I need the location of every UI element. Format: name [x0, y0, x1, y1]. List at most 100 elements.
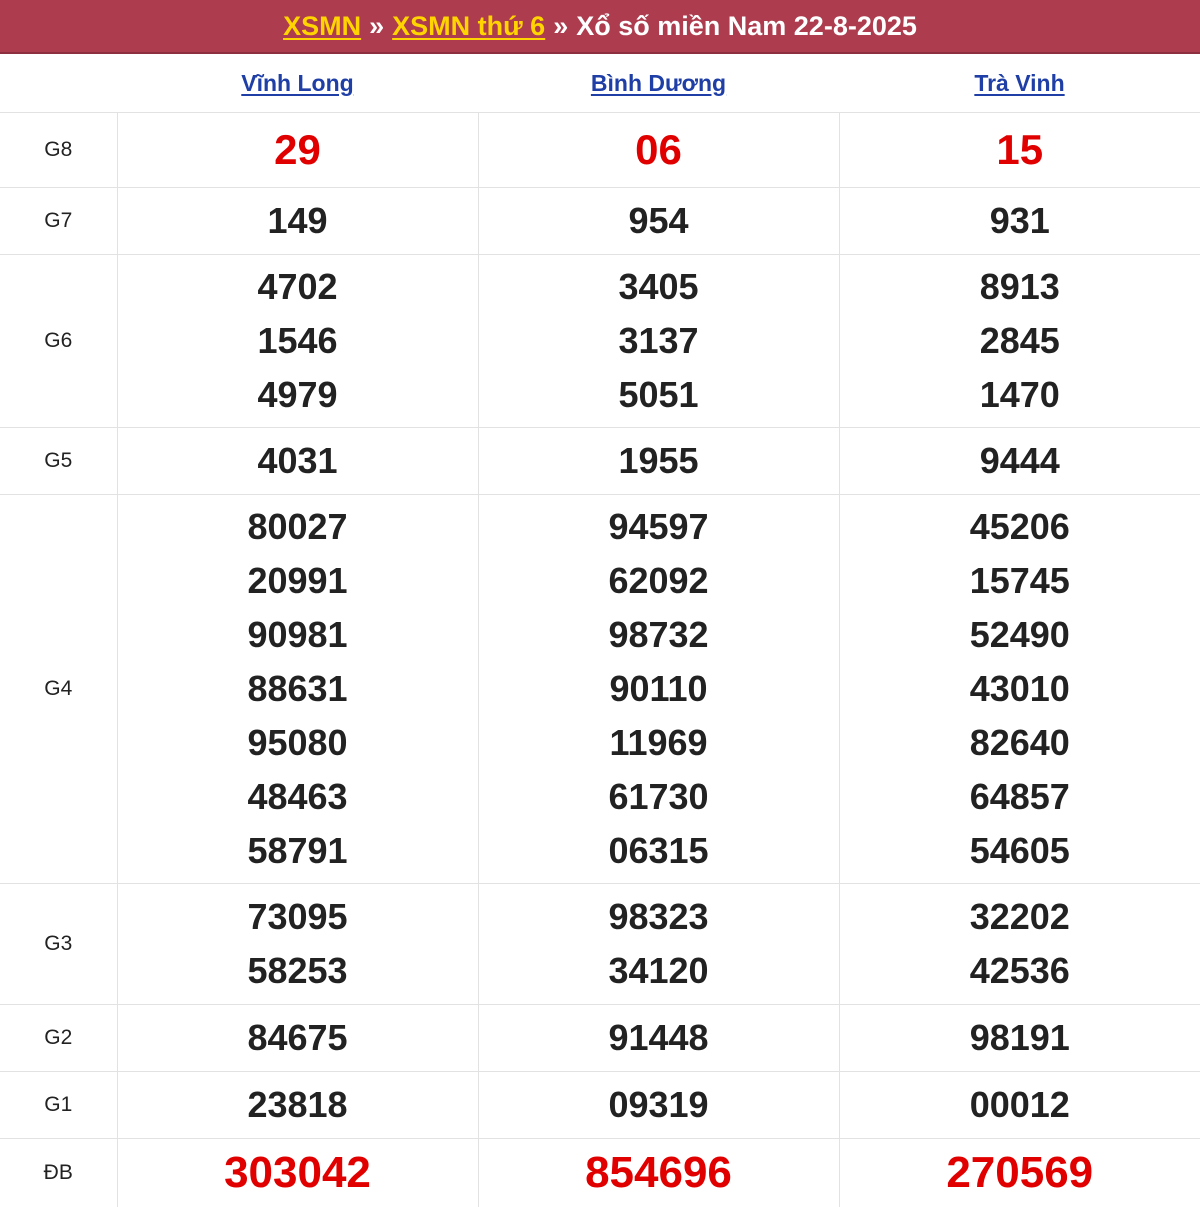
prize-number: 4979 — [118, 368, 478, 422]
breadcrumb-separator: » — [553, 11, 568, 42]
prize-cell: 931 — [839, 188, 1200, 255]
prize-number: 931 — [840, 194, 1200, 248]
prize-number: 34120 — [479, 944, 839, 998]
prize-cell: 4031 — [117, 428, 478, 495]
province-header: Bình Dương — [478, 54, 839, 113]
prize-number: 5051 — [479, 368, 839, 422]
prize-number: 58791 — [118, 824, 478, 878]
prize-number: 91448 — [479, 1011, 839, 1065]
prize-number: 00012 — [840, 1078, 1200, 1132]
prize-cell: 954 — [478, 188, 839, 255]
prize-cell: 1955 — [478, 428, 839, 495]
prize-cell: 470215464979 — [117, 255, 478, 428]
province-header: Trà Vinh — [839, 54, 1200, 113]
prize-cell: 891328451470 — [839, 255, 1200, 428]
prize-cell: 9444 — [839, 428, 1200, 495]
prize-number: 1546 — [118, 314, 478, 368]
prize-label: G3 — [0, 884, 117, 1005]
province-link-binh-duong[interactable]: Bình Dương — [591, 70, 726, 96]
prize-number: 73095 — [118, 890, 478, 944]
prize-cell: 149 — [117, 188, 478, 255]
prize-cell: 7309558253 — [117, 884, 478, 1005]
breadcrumb-separator: » — [369, 11, 384, 42]
prize-cell: 06 — [478, 113, 839, 188]
prize-row: ĐB303042854696270569 — [0, 1139, 1200, 1207]
prize-number: 11969 — [479, 716, 839, 770]
prize-cell: 23818 — [117, 1072, 478, 1139]
province-link-tra-vinh[interactable]: Trà Vinh — [974, 70, 1064, 96]
prize-number: 3405 — [479, 260, 839, 314]
breadcrumb-link-xsmn[interactable]: XSMN — [283, 11, 361, 42]
prize-label: G7 — [0, 188, 117, 255]
prize-number: 90110 — [479, 662, 839, 716]
page-title: Xổ số miền Nam 22-8-2025 — [576, 11, 917, 42]
prize-number: 48463 — [118, 770, 478, 824]
prize-row: G7149954931 — [0, 188, 1200, 255]
prize-number: 4702 — [118, 260, 478, 314]
prize-number: 06 — [479, 115, 839, 185]
prize-cell: 15 — [839, 113, 1200, 188]
results-table: Vĩnh Long Bình Dương Trà Vinh G8290615G7… — [0, 54, 1200, 1207]
prize-number: 29 — [118, 115, 478, 185]
prize-cell: 00012 — [839, 1072, 1200, 1139]
prize-cell: 29 — [117, 113, 478, 188]
prize-number: 15 — [840, 115, 1200, 185]
prize-number: 98191 — [840, 1011, 1200, 1065]
prize-number: 270569 — [840, 1139, 1200, 1207]
prize-cell: 84675 — [117, 1005, 478, 1072]
prize-number: 3137 — [479, 314, 839, 368]
prize-cell: 94597620929873290110119696173006315 — [478, 495, 839, 884]
prize-cell: 9832334120 — [478, 884, 839, 1005]
prize-number: 94597 — [479, 500, 839, 554]
prize-row: G6470215464979340531375051891328451470 — [0, 255, 1200, 428]
prize-number: 303042 — [118, 1139, 478, 1207]
prize-number: 54605 — [840, 824, 1200, 878]
prize-number: 854696 — [479, 1139, 839, 1207]
prize-row: G3730955825398323341203220242536 — [0, 884, 1200, 1005]
breadcrumb-header: XSMN » XSMN thứ 6 » Xổ số miền Nam 22-8-… — [0, 0, 1200, 54]
prize-number: 954 — [479, 194, 839, 248]
prize-number: 61730 — [479, 770, 839, 824]
prize-number: 88631 — [118, 662, 478, 716]
prize-row: G1238180931900012 — [0, 1072, 1200, 1139]
prize-cell: 3220242536 — [839, 884, 1200, 1005]
prize-number: 23818 — [118, 1078, 478, 1132]
prize-label: G4 — [0, 495, 117, 884]
prize-number: 149 — [118, 194, 478, 248]
prize-row: G5403119559444 — [0, 428, 1200, 495]
prize-cell: 98191 — [839, 1005, 1200, 1072]
prize-number: 43010 — [840, 662, 1200, 716]
prize-number: 1955 — [479, 434, 839, 488]
prize-row: G480027209919098188631950804846358791945… — [0, 495, 1200, 884]
prize-number: 80027 — [118, 500, 478, 554]
province-link-vinh-long[interactable]: Vĩnh Long — [241, 70, 353, 96]
prize-number: 20991 — [118, 554, 478, 608]
prize-number: 42536 — [840, 944, 1200, 998]
prize-number: 58253 — [118, 944, 478, 998]
prize-number: 15745 — [840, 554, 1200, 608]
prize-label: G5 — [0, 428, 117, 495]
prize-number: 98732 — [479, 608, 839, 662]
prize-number: 8913 — [840, 260, 1200, 314]
prize-number: 9444 — [840, 434, 1200, 488]
breadcrumb-link-xsmn-friday[interactable]: XSMN thứ 6 — [392, 11, 545, 42]
prize-number: 06315 — [479, 824, 839, 878]
prize-number: 52490 — [840, 608, 1200, 662]
prize-label: ĐB — [0, 1139, 117, 1207]
prize-cell: 854696 — [478, 1139, 839, 1207]
prize-label: G8 — [0, 113, 117, 188]
prize-number: 09319 — [479, 1078, 839, 1132]
prize-cell: 340531375051 — [478, 255, 839, 428]
prize-number: 90981 — [118, 608, 478, 662]
prize-label: G6 — [0, 255, 117, 428]
prize-number: 82640 — [840, 716, 1200, 770]
prize-label: G2 — [0, 1005, 117, 1072]
prize-number: 2845 — [840, 314, 1200, 368]
prize-number: 45206 — [840, 500, 1200, 554]
prize-number: 84675 — [118, 1011, 478, 1065]
prize-cell: 45206157455249043010826406485754605 — [839, 495, 1200, 884]
prize-cell: 80027209919098188631950804846358791 — [117, 495, 478, 884]
province-header: Vĩnh Long — [117, 54, 478, 113]
prize-number: 4031 — [118, 434, 478, 488]
prize-cell: 09319 — [478, 1072, 839, 1139]
